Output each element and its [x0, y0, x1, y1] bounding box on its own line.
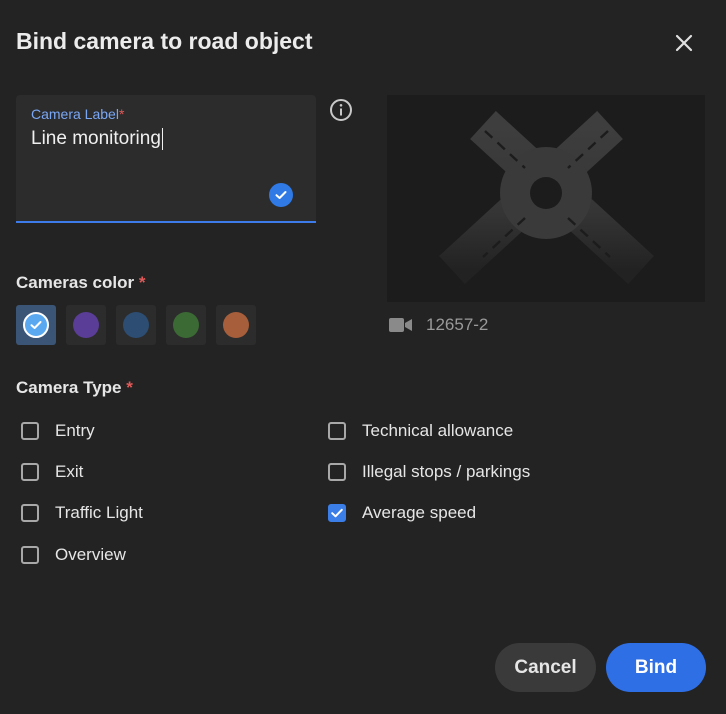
bind-button[interactable]: Bind — [606, 643, 706, 692]
dialog-title: Bind camera to road object — [16, 28, 313, 54]
color-dot — [173, 312, 199, 338]
checkbox-label: Exit — [55, 462, 84, 481]
required-mark: * — [118, 106, 125, 122]
checkbox-overview[interactable]: Overview — [21, 545, 126, 565]
checkbox-label: Technical allowance — [362, 421, 514, 440]
checkbox-box[interactable] — [21, 422, 39, 440]
checkbox-box[interactable] — [328, 463, 346, 481]
checkbox-box[interactable] — [328, 422, 346, 440]
required-mark: * — [126, 378, 133, 397]
color-dot — [123, 312, 149, 338]
roundabout-image — [439, 111, 654, 284]
checkbox-box[interactable] — [21, 546, 39, 564]
checkbox-traffic-light[interactable]: Traffic Light — [21, 503, 143, 523]
checkbox-label: Illegal stops / parkings — [362, 462, 531, 481]
check-icon — [30, 321, 42, 329]
camera-label-caption: Camera Label* — [31, 106, 125, 122]
camera-label-field[interactable]: Camera Label* Line monitoring — [16, 95, 316, 223]
required-mark: * — [138, 273, 146, 292]
camera-id: 12657-2 — [426, 315, 489, 334]
checkbox-technical-allowance[interactable]: Technical allowance — [328, 421, 513, 441]
checkbox-average-speed[interactable]: Average speed — [328, 503, 476, 523]
color-swatch-blue[interactable] — [16, 305, 56, 345]
checkbox-label: Average speed — [362, 503, 477, 522]
checkbox-label: Overview — [55, 545, 126, 564]
valid-check-icon — [269, 183, 293, 207]
checkbox-box[interactable] — [21, 463, 39, 481]
close-icon — [675, 34, 693, 52]
close-button[interactable] — [668, 27, 700, 59]
check-icon — [331, 508, 343, 518]
color-swatch-green[interactable] — [166, 305, 206, 345]
checkbox-exit[interactable]: Exit — [21, 462, 83, 482]
camera-type-label: Camera Type * — [16, 378, 133, 397]
road-object-preview — [387, 95, 705, 302]
color-dot — [73, 312, 99, 338]
color-swatches — [16, 305, 256, 345]
checkbox-box[interactable] — [21, 504, 39, 522]
cancel-button[interactable]: Cancel — [495, 643, 596, 692]
video-camera-icon — [389, 318, 412, 332]
checkbox-label: Entry — [55, 421, 95, 440]
checkbox-label: Traffic Light — [55, 503, 143, 522]
checkbox-illegal-stops[interactable]: Illegal stops / parkings — [328, 462, 530, 482]
camera-id-row: 12657-2 — [389, 315, 488, 335]
color-swatch-purple[interactable] — [66, 305, 106, 345]
info-icon[interactable] — [329, 98, 353, 122]
checkbox-box[interactable] — [328, 504, 346, 522]
color-dot — [223, 312, 249, 338]
color-dot — [23, 312, 49, 338]
color-swatch-navy[interactable] — [116, 305, 156, 345]
color-swatch-orange[interactable] — [216, 305, 256, 345]
cameras-color-label: Cameras color * — [16, 273, 146, 292]
camera-label-input[interactable]: Line monitoring — [31, 128, 163, 150]
checkbox-entry[interactable]: Entry — [21, 421, 95, 441]
